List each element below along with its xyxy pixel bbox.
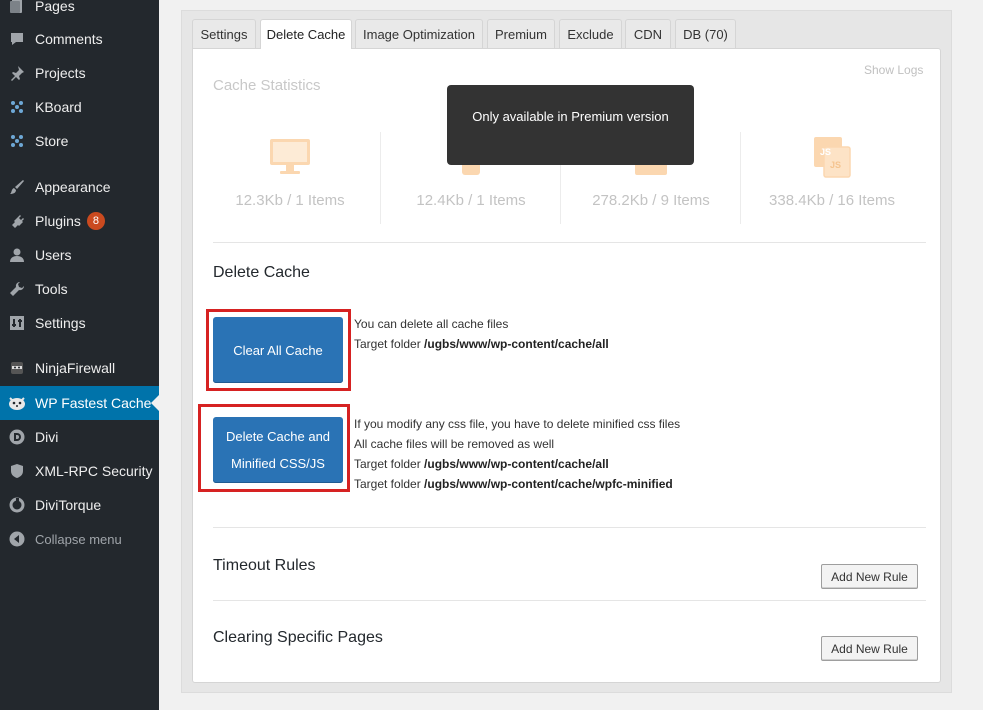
sidebar-item-label: Divi [35, 429, 59, 445]
tab-settings[interactable]: Settings [192, 19, 256, 48]
minified-description: If you modify any css file, you have to … [354, 414, 680, 494]
target-folder-path: /ugbs/www/wp-content/cache/all [424, 337, 609, 351]
dots-icon [7, 97, 27, 117]
sidebar-item-comments[interactable]: Comments [0, 22, 159, 56]
timeout-rules-title: Timeout Rules [213, 557, 316, 574]
sidebar-item-wp-fastest-cache[interactable]: WP Fastest Cache [0, 386, 159, 420]
stat-divider [380, 132, 381, 224]
collapse-arrow-icon [7, 529, 27, 549]
stat-desktop-label: 12.3Kb / 1 Items [235, 192, 345, 209]
plug-icon [7, 211, 27, 231]
monitor-icon [268, 135, 312, 179]
cheetah-icon [7, 393, 27, 413]
clear-all-desc-line: You can delete all cache files [354, 317, 509, 331]
tab-db[interactable]: DB (70) [675, 19, 736, 48]
sidebar-item-kboard[interactable]: KBoard [0, 90, 159, 124]
sidebar-item-projects[interactable]: Projects [0, 56, 159, 90]
show-logs-link[interactable]: Show Logs [864, 63, 923, 77]
pages-icon [7, 0, 27, 16]
tab-cdn[interactable]: CDN [625, 19, 671, 48]
premium-only-tooltip: Only available in Premium version [447, 85, 694, 165]
delete-cache-title: Delete Cache [213, 264, 310, 281]
sidebar-item-label: XML-RPC Security [35, 463, 153, 479]
shield-icon [7, 461, 27, 481]
sidebar-item-label: WP Fastest Cache [35, 395, 152, 411]
section-divider [213, 527, 926, 528]
sidebar-item-label: Comments [35, 31, 103, 47]
section-divider [213, 242, 926, 243]
ninja-icon [7, 358, 27, 378]
stat-mobile-label: 12.4Kb / 1 Items [416, 192, 526, 209]
clearing-add-new-rule-button[interactable]: Add New Rule [821, 636, 918, 661]
section-divider [213, 600, 926, 601]
divi-icon [7, 427, 27, 447]
clear-all-cache-button[interactable]: Clear All Cache [213, 317, 343, 383]
svg-text:JS: JS [820, 147, 831, 157]
collapse-menu-label: Collapse menu [35, 531, 122, 547]
dots-icon [7, 131, 27, 151]
sidebar-item-settings[interactable]: Settings [0, 306, 159, 340]
clear-all-description: You can delete all cache files Target fo… [354, 314, 609, 354]
tab-delete-cache[interactable]: Delete Cache [260, 19, 352, 49]
target-folder-label: Target folder [354, 337, 421, 351]
stat-js-label: 338.4Kb / 16 Items [769, 192, 895, 209]
timeout-add-new-rule-button[interactable]: Add New Rule [821, 564, 918, 589]
clear-all-target-line: Target folder /ugbs/www/wp-content/cache… [354, 334, 609, 354]
admin-sidebar: Pages Comments Projects KBoard Store App… [0, 0, 159, 710]
sidebar-item-label: KBoard [35, 99, 82, 115]
target-folder-label: Target folder [354, 477, 421, 491]
sidebar-item-plugins[interactable]: Plugins 8 [0, 204, 159, 238]
active-tab-connector [261, 47, 351, 49]
plugins-update-badge: 8 [86, 212, 105, 230]
brush-icon [7, 177, 27, 197]
delete-cache-minified-button[interactable]: Delete Cache and Minified CSS/JS [213, 417, 343, 483]
tab-exclude[interactable]: Exclude [559, 19, 622, 48]
sidebar-item-label: NinjaFirewall [35, 360, 116, 376]
svg-text:JS: JS [830, 160, 841, 170]
sidebar-item-label: Pages [35, 0, 75, 14]
sidebar-item-label: Projects [35, 65, 86, 81]
comments-icon [7, 29, 27, 49]
settings-icon [7, 313, 27, 333]
sidebar-item-ninjafirewall[interactable]: NinjaFirewall [0, 351, 159, 385]
sidebar-item-store[interactable]: Store [0, 124, 159, 158]
target-folder-path: /ugbs/www/wp-content/cache/all [424, 457, 609, 471]
tab-image-optimization[interactable]: Image Optimization [355, 19, 483, 48]
delete-minified-label-line2: Minified CSS/JS [231, 456, 325, 471]
target-folder-label: Target folder [354, 457, 421, 471]
sidebar-item-appearance[interactable]: Appearance [0, 170, 159, 204]
sidebar-item-label: DiviTorque [35, 497, 102, 513]
minified-target-line: Target folder /ugbs/www/wp-content/cache… [354, 474, 680, 494]
collapse-menu-button[interactable]: Collapse menu [0, 522, 159, 556]
target-folder-path: /ugbs/www/wp-content/cache/wpfc-minified [424, 477, 673, 491]
sidebar-item-label: Plugins [35, 213, 81, 229]
clearing-specific-pages-title: Clearing Specific Pages [213, 629, 383, 646]
minified-target-line: Target folder /ugbs/www/wp-content/cache… [354, 454, 680, 474]
sidebar-item-label: Appearance [35, 179, 111, 195]
js-icon: JS JS [810, 135, 854, 179]
sidebar-item-divitorque[interactable]: DiviTorque [0, 488, 159, 522]
delete-minified-label-line1: Delete Cache and [225, 429, 331, 444]
tab-premium[interactable]: Premium [487, 19, 555, 48]
sidebar-item-xml-rpc-security[interactable]: XML-RPC Security [0, 454, 159, 488]
stat-divider [740, 132, 741, 224]
sidebar-item-pages[interactable]: Pages [0, 0, 159, 23]
minified-desc-line: If you modify any css file, you have to … [354, 417, 681, 431]
cache-statistics-title: Cache Statistics [213, 77, 321, 94]
sidebar-item-label: Store [35, 133, 69, 149]
pin-icon [7, 63, 27, 83]
sidebar-item-divi[interactable]: Divi [0, 420, 159, 454]
divitorque-icon [7, 495, 27, 515]
wrench-icon [7, 279, 27, 299]
sidebar-item-users[interactable]: Users [0, 238, 159, 272]
minified-desc-line: All cache files will be removed as well [354, 437, 555, 451]
user-icon [7, 245, 27, 265]
clear-all-cache-label: Clear All Cache [233, 342, 323, 358]
sidebar-item-label: Settings [35, 315, 86, 331]
sidebar-item-tools[interactable]: Tools [0, 272, 159, 306]
stat-css-label: 278.2Kb / 9 Items [592, 192, 710, 209]
sidebar-item-label: Users [35, 247, 72, 263]
sidebar-item-label: Tools [35, 281, 68, 297]
